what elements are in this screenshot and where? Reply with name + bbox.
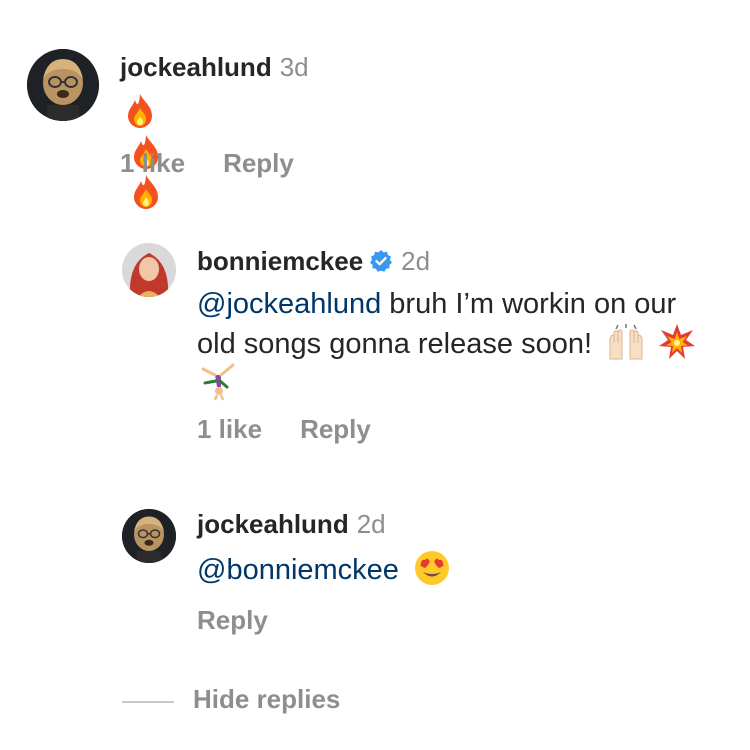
- verified-badge-icon: [370, 250, 393, 272]
- avatar[interactable]: [27, 49, 99, 121]
- dog-avatar-icon: [122, 509, 176, 563]
- red-hair-avatar-icon: [122, 243, 176, 297]
- cartwheel-emoji-icon: [201, 363, 235, 401]
- fire-emoji-icon: [128, 94, 152, 129]
- collision-emoji-icon: [659, 324, 696, 359]
- username[interactable]: jockeahlund: [197, 509, 349, 539]
- comment-actions: Reply: [197, 605, 306, 636]
- reply-button[interactable]: Reply: [223, 148, 294, 178]
- comment-meta: jockeahlund 2d: [197, 509, 386, 540]
- comment-meta: bonniemckee 2d: [197, 246, 430, 277]
- username[interactable]: jockeahlund: [120, 52, 272, 82]
- comment-text-line1: bruh I’m workin on our: [381, 288, 677, 320]
- timestamp[interactable]: 2d: [357, 509, 386, 539]
- raised-hands-emoji-icon: [609, 324, 643, 360]
- hide-replies-button[interactable]: Hide replies: [193, 684, 340, 715]
- dog-avatar-icon: [27, 49, 99, 121]
- likes-count[interactable]: 1 like: [120, 148, 185, 178]
- timestamp[interactable]: 3d: [280, 52, 309, 82]
- comment-text: @bonniemckee: [197, 549, 451, 589]
- comment-text-line2: old songs gonna release soon!: [197, 328, 593, 360]
- reply-button[interactable]: Reply: [197, 605, 268, 635]
- comment-meta: jockeahlund 3d: [120, 52, 309, 83]
- comment-actions: 1 like Reply: [120, 148, 332, 179]
- likes-count[interactable]: 1 like: [197, 414, 262, 444]
- comment-actions: 1 like Reply: [197, 414, 409, 445]
- avatar[interactable]: [122, 509, 176, 563]
- avatar[interactable]: [122, 243, 176, 297]
- username[interactable]: bonniemckee: [197, 246, 363, 276]
- heart-eyes-emoji-icon: [415, 551, 450, 585]
- hide-replies-divider: [122, 701, 174, 703]
- comment-text: @jockeahlund bruh I’m workin on our old …: [197, 285, 747, 401]
- reply-button[interactable]: Reply: [300, 414, 371, 444]
- timestamp[interactable]: 2d: [401, 246, 430, 276]
- mention-link[interactable]: @bonniemckee: [197, 554, 399, 586]
- mention-link[interactable]: @jockeahlund: [197, 288, 381, 320]
